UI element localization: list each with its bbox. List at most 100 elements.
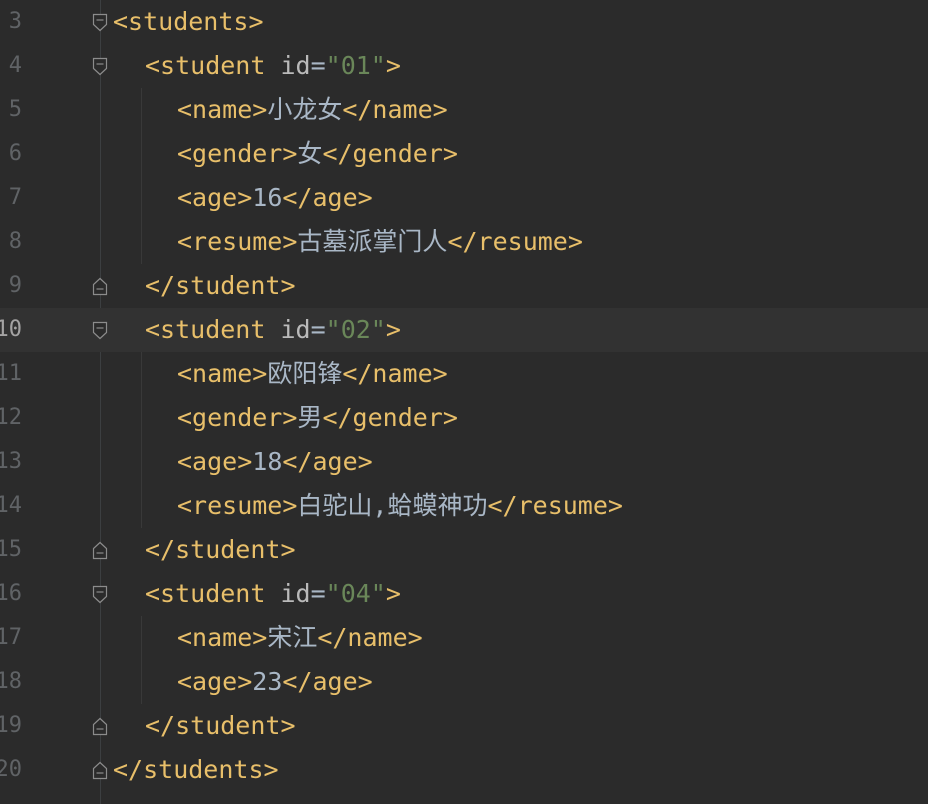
code-content: <student id="01">: [145, 44, 401, 88]
line-number: 10: [0, 317, 22, 342]
code-line[interactable]: 11 <name>欧阳锋</name>: [0, 352, 928, 396]
code-line[interactable]: 14 <resume>白驼山,蛤蟆神功</resume>: [0, 484, 928, 528]
fold-expanded-icon[interactable]: [91, 57, 109, 76]
xml-open-tag: <student: [145, 579, 266, 608]
code-content: <age>23</age>: [177, 660, 373, 704]
xml-text-content: 男: [297, 403, 323, 432]
fold-expanded-icon[interactable]: [91, 321, 109, 340]
code-line[interactable]: 20 </students>: [0, 748, 928, 792]
fold-expanded-icon[interactable]: [91, 585, 109, 604]
code-line[interactable]: 18 <age>23</age>: [0, 660, 928, 704]
line-number: 8: [8, 229, 22, 254]
xml-close-tag: </gender>: [322, 139, 458, 168]
code-content: <resume>白驼山,蛤蟆神功</resume>: [177, 484, 623, 528]
line-number: 15: [0, 537, 22, 562]
code-line[interactable]: 12 <gender>男</gender>: [0, 396, 928, 440]
xml-open-tag-end: >: [385, 579, 401, 608]
line-number: 11: [0, 361, 22, 386]
line-number: 12: [0, 405, 22, 430]
xml-close-tag: </name>: [342, 95, 448, 124]
xml-attribute-value: "01": [325, 51, 386, 80]
xml-attribute-equals: =: [310, 51, 326, 80]
xml-open-tag: <age>: [177, 447, 253, 476]
code-line[interactable]: 17 <name>宋江</name>: [0, 616, 928, 660]
xml-text-content: 16: [252, 183, 283, 212]
code-line[interactable]: 19 </student>: [0, 704, 928, 748]
code-content: </student>: [145, 264, 296, 308]
line-number: 4: [8, 53, 22, 78]
code-content: <age>18</age>: [177, 440, 373, 484]
xml-text-content: 23: [252, 667, 283, 696]
line-number: 19: [0, 713, 22, 738]
line-number: 9: [8, 273, 22, 298]
xml-open-tag: <age>: [177, 667, 253, 696]
xml-open-tag: <name>: [177, 95, 268, 124]
code-line[interactable]: 5 <name>小龙女</name>: [0, 88, 928, 132]
code-line[interactable]: 4 <student id="01">: [0, 44, 928, 88]
indent-guide: [141, 88, 142, 264]
code-content: <age>16</age>: [177, 176, 373, 220]
xml-text-content: 小龙女: [267, 95, 343, 124]
code-editor[interactable]: 3 <students> 4 <student id="01"> 5 <name>小龙女<…: [0, 0, 928, 804]
line-number: 6: [8, 141, 22, 166]
xml-open-tag: <students>: [113, 7, 264, 36]
code-content: <name>宋江</name>: [177, 616, 423, 660]
xml-text-content: 古墓派掌门人: [297, 227, 448, 256]
code-content: <gender>女</gender>: [177, 132, 458, 176]
code-content: <name>欧阳锋</name>: [177, 352, 448, 396]
code-line[interactable]: 7 <age>16</age>: [0, 176, 928, 220]
xml-text-content: 欧阳锋: [267, 359, 343, 388]
xml-attribute-name: id: [280, 315, 311, 344]
fold-end-icon[interactable]: [91, 541, 109, 560]
xml-text-content: 宋江: [267, 623, 318, 652]
xml-open-tag: <resume>: [177, 491, 298, 520]
line-number: 3: [8, 9, 22, 34]
xml-close-tag: </students>: [113, 755, 279, 784]
xml-attribute-name: id: [280, 579, 311, 608]
xml-close-tag: </student>: [145, 711, 296, 740]
xml-close-tag: </name>: [342, 359, 448, 388]
xml-close-tag: </student>: [145, 535, 296, 564]
xml-close-tag: </gender>: [322, 403, 458, 432]
code-content: <resume>古墓派掌门人</resume>: [177, 220, 583, 264]
xml-open-tag: <student: [145, 51, 266, 80]
xml-close-tag: </resume>: [487, 491, 623, 520]
xml-open-tag: <name>: [177, 623, 268, 652]
fold-end-icon[interactable]: [91, 717, 109, 736]
fold-end-icon[interactable]: [91, 277, 109, 296]
code-line[interactable]: 3 <students>: [0, 0, 928, 44]
xml-text-content: 白驼山,蛤蟆神功: [297, 491, 488, 520]
xml-open-tag: <gender>: [177, 139, 298, 168]
line-number: 16: [0, 581, 22, 606]
code-content: </student>: [145, 528, 296, 572]
xml-close-tag: </resume>: [447, 227, 583, 256]
xml-open-tag-end: >: [385, 315, 401, 344]
xml-close-tag: </name>: [317, 623, 423, 652]
line-number: 18: [0, 669, 22, 694]
line-number: 14: [0, 493, 22, 518]
line-number: 5: [8, 97, 22, 122]
code-line[interactable]: 10 <student id="02">: [0, 308, 928, 352]
xml-text-content: 18: [252, 447, 283, 476]
line-number: 20: [0, 757, 22, 782]
code-line[interactable]: 8 <resume>古墓派掌门人</resume>: [0, 220, 928, 264]
line-number: 7: [8, 185, 22, 210]
xml-attribute-name: id: [280, 51, 311, 80]
code-line[interactable]: 16 <student id="04">: [0, 572, 928, 616]
xml-open-tag: <resume>: [177, 227, 298, 256]
code-line[interactable]: 9 </student>: [0, 264, 928, 308]
code-line[interactable]: 6 <gender>女</gender>: [0, 132, 928, 176]
xml-close-tag: </age>: [282, 183, 373, 212]
code-content: </students>: [113, 748, 279, 792]
line-number: 13: [0, 449, 22, 474]
fold-end-icon[interactable]: [91, 761, 109, 780]
fold-expanded-icon[interactable]: [91, 13, 109, 32]
code-content: <gender>男</gender>: [177, 396, 458, 440]
xml-attribute-equals: =: [310, 579, 326, 608]
code-line[interactable]: 13 <age>18</age>: [0, 440, 928, 484]
code-line[interactable]: 15 </student>: [0, 528, 928, 572]
line-number: 17: [0, 625, 22, 650]
xml-close-tag: </student>: [145, 271, 296, 300]
xml-open-tag: <age>: [177, 183, 253, 212]
xml-open-tag: <name>: [177, 359, 268, 388]
